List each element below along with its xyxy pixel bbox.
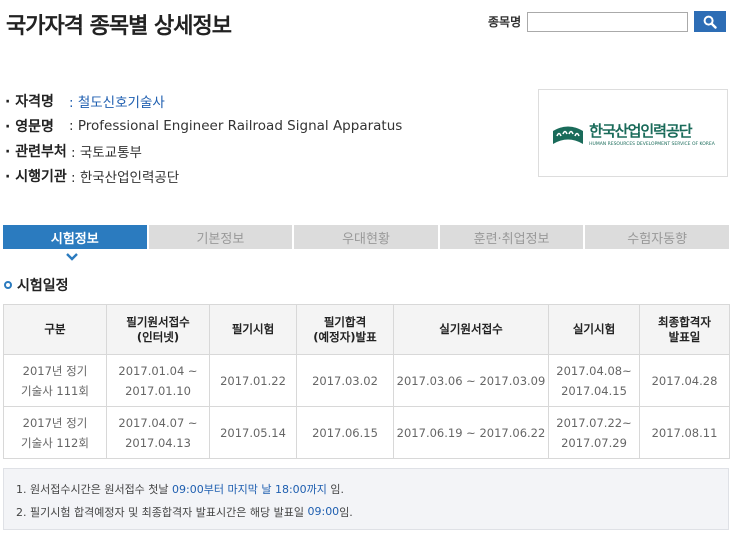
tab-exam-info[interactable]: 시험정보	[3, 225, 147, 249]
note-highlight: 09:00	[307, 505, 340, 518]
info-key: · 영문명	[5, 118, 54, 135]
page-title: 국가자격 종목별 상세정보	[6, 14, 232, 39]
column-header: 최종합격자 발표일	[639, 304, 730, 355]
table-cell: 2017.04.07 ~2017.04.13	[106, 406, 210, 459]
table-cell: 2017.06.15	[296, 406, 394, 459]
column-header: 필기원서접수 (인터넷)	[106, 304, 210, 355]
info-list: · 자격명 : 철도신호기술사 · 영문명 : Professional Eng…	[5, 88, 402, 188]
table-header-row: 구분 필기원서접수 (인터넷) 필기시험 필기합격 (예정자)발표 실기원서접수 실…	[3, 304, 730, 355]
tab-basic-info[interactable]: 기본정보	[148, 225, 293, 249]
note-item: 2. 필기시험 합격예정자 및 최종합격자 발표시간은 해당 발표일 09:00…	[16, 505, 353, 519]
tab-bar: 시험정보 기본정보 우대현황 훈련·취업정보 수험자동향	[3, 225, 729, 249]
agency-logo-text: 한국산업인력공단 HUMAN RESOURCES DEVELOPMENT SER…	[589, 120, 715, 147]
search-label: 종목명	[488, 15, 522, 29]
table-cell: 2017.05.14	[209, 406, 297, 459]
section-title-text: 시험일정	[17, 278, 69, 294]
agency-logo: 한국산업인력공단 HUMAN RESOURCES DEVELOPMENT SER…	[551, 120, 715, 147]
table-cell: 2017.01.22	[209, 354, 297, 407]
info-row-agency: · 시행기관 : 한국산업인력공단	[5, 163, 402, 188]
chevron-down-icon	[66, 253, 78, 261]
table-cell: 2017.03.02	[296, 354, 394, 407]
table-cell: 2017.03.06 ~ 2017.03.09	[393, 354, 549, 407]
note-highlight: 09:00부터 마지막 날 18:00까지	[172, 482, 327, 496]
search-input[interactable]	[527, 11, 689, 32]
section-title: 시험일정	[4, 275, 69, 295]
agency-logo-name: 한국산업인력공단	[589, 121, 692, 140]
table-cell: 2017.08.11	[639, 406, 730, 459]
search-button[interactable]	[694, 11, 727, 32]
column-header: 실기원서접수	[393, 304, 549, 355]
agency-logo-english: HUMAN RESOURCES DEVELOPMENT SERVICE OF K…	[589, 141, 715, 147]
tab-training-employment[interactable]: 훈련·취업정보	[439, 225, 584, 249]
info-row-name: · 자격명 : 철도신호기술사	[5, 88, 402, 113]
info-key: · 관련부처	[5, 143, 67, 160]
note-item: 1. 원서접수시간은 원서접수 첫날 09:00부터 마지막 날 18:00까지…	[16, 482, 345, 496]
exam-schedule-table: 구분 필기원서접수 (인터넷) 필기시험 필기합격 (예정자)발표 실기원서접수 실…	[3, 304, 730, 459]
notes-box: 1. 원서접수시간은 원서접수 첫날 09:00부터 마지막 날 18:00까지…	[3, 468, 729, 530]
bullet-icon	[4, 281, 12, 289]
table-cell: 2017.04.28	[639, 354, 730, 407]
column-header: 필기합격 (예정자)발표	[296, 304, 394, 355]
search-icon	[703, 15, 717, 29]
table-row: 2017년 정기 기술사 112회 2017.04.07 ~2017.04.13 …	[3, 406, 730, 459]
qualification-name-link[interactable]: : 철도신호기술사	[69, 91, 165, 111]
agency-logo-mark-icon	[553, 126, 584, 144]
column-header: 구분	[3, 304, 107, 355]
info-value: : 한국산업인력공단	[71, 169, 180, 186]
table-cell: 2017.07.22~ 2017.07.29	[548, 406, 640, 459]
info-key: · 자격명	[5, 93, 54, 110]
agency-logo-box: 한국산업인력공단 HUMAN RESOURCES DEVELOPMENT SER…	[538, 89, 728, 177]
table-cell: 2017.04.08~ 2017.04.15	[548, 354, 640, 407]
info-value: : 국토교통부	[71, 144, 142, 161]
table-cell: 2017년 정기 기술사 111회	[3, 354, 107, 407]
tab-preference[interactable]: 우대현황	[294, 225, 438, 249]
table-cell: 2017.06.19 ~ 2017.06.22	[393, 406, 549, 459]
table-cell: 2017.01.04 ~2017.01.10	[106, 354, 210, 407]
info-row-english-name: · 영문명 : Professional Engineer Railroad S…	[5, 113, 402, 138]
table-row: 2017년 정기 기술사 111회 2017.01.04 ~2017.01.10 …	[3, 354, 730, 407]
search-area: 종목명	[488, 11, 727, 32]
column-header: 필기시험	[209, 304, 297, 355]
info-row-ministry: · 관련부처 : 국토교통부	[5, 138, 402, 163]
info-key: · 시행기관	[5, 168, 67, 185]
info-value: : Professional Engineer Railroad Signal …	[69, 117, 403, 134]
table-cell: 2017년 정기 기술사 112회	[3, 406, 107, 459]
column-header: 실기시험	[548, 304, 640, 355]
tab-examinee-trend[interactable]: 수험자동향	[585, 225, 729, 249]
